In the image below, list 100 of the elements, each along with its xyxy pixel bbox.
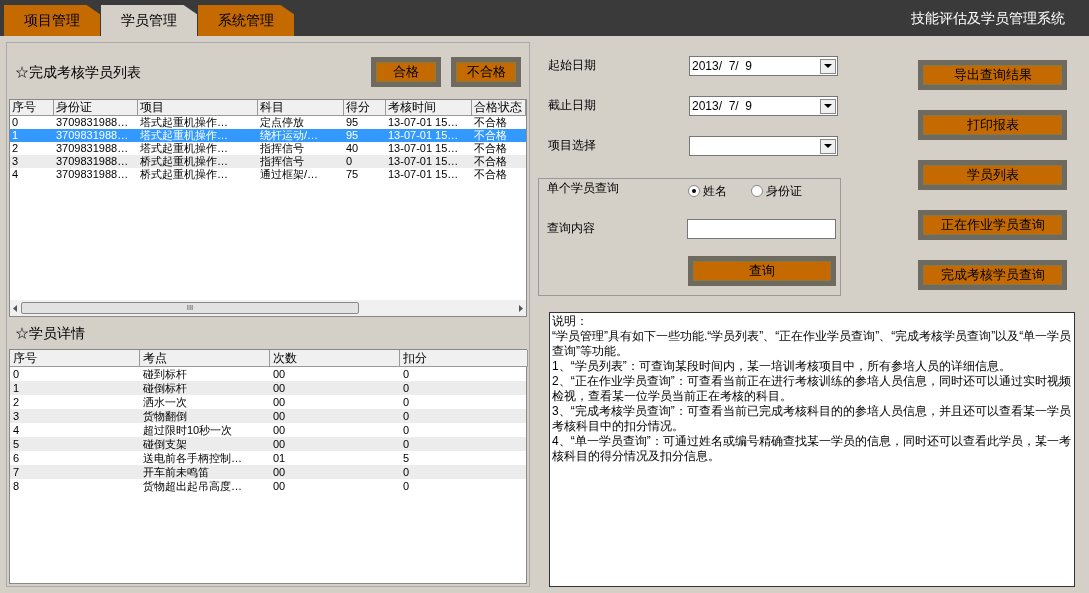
- table-cell-text: 8: [12, 479, 21, 493]
- table-cell-text: 碰倒标杆: [142, 381, 188, 395]
- table-cell-text: 1: [11, 129, 20, 142]
- table-cell-text: 碰倒支架: [142, 437, 188, 451]
- action-button[interactable]: 打印报表: [918, 110, 1067, 140]
- table-cell-text: 1: [12, 381, 21, 395]
- table-cell-text: 40: [345, 142, 360, 155]
- table-cell-text: 75: [345, 168, 360, 181]
- table-cell-text: 0: [345, 155, 354, 168]
- column-header[interactable]: 考核时间: [386, 100, 472, 116]
- field-label: 起始日期: [548, 57, 597, 74]
- table-cell-text: 0: [402, 381, 411, 395]
- field-label: 截止日期: [548, 97, 597, 114]
- table-cell-text: 0: [402, 409, 411, 423]
- action-button[interactable]: 完成考核学员查询: [918, 260, 1067, 290]
- table-cell-text: 塔式起重机操作…: [139, 142, 229, 155]
- date-picker[interactable]: 2013/ 7/ 9: [689, 56, 838, 76]
- table-cell-text: 超过限时10秒一次: [142, 423, 234, 437]
- table-cell-text: 5: [12, 437, 21, 451]
- table-cell-text: 4: [11, 168, 20, 181]
- radio-option[interactable]: 身份证: [751, 182, 802, 200]
- column-header[interactable]: 次数: [270, 350, 400, 367]
- note-text: 1、“学员列表”：可查询某段时间内，某一培训考核项目中，所有参培人员的详细信息。: [552, 359, 1012, 374]
- scroll-thumb[interactable]: III: [21, 302, 359, 314]
- table-cell-text: 货物超出起吊高度…: [142, 479, 243, 493]
- table-cell-text: 00: [272, 465, 287, 479]
- field-label: 单个学员查询: [547, 180, 620, 197]
- section-title: ☆完成考核学员列表: [15, 62, 141, 82]
- table-cell-text: 3709831988…: [55, 168, 130, 181]
- table-cell-text: 3709831988…: [55, 116, 130, 129]
- table-cell-text: 0: [402, 437, 411, 451]
- table-cell-text: 塔式起重机操作…: [139, 116, 229, 129]
- table-cell-text: 不合格: [473, 155, 508, 168]
- table-cell-text: 2: [11, 142, 20, 155]
- table-cell-text: 不合格: [473, 129, 508, 142]
- table-cell-text: 洒水一次: [142, 395, 188, 409]
- column-header[interactable]: 扣分: [400, 350, 528, 367]
- table-row[interactable]: 3 3709831988… 桥式起重机操作… 指挥信号 0 13-07-01 15… 不合格: [10, 155, 526, 168]
- note-text: “学员管理”具有如下一些功能.“学员列表”、“正在作业学员查询”、“完成考核学员查询”以及“单一学员查询”等功能。: [552, 329, 1072, 359]
- table-cell-text: 00: [272, 479, 287, 493]
- column-header[interactable]: 得分: [344, 100, 386, 116]
- note-text: 2、“正在作业学员查询”：可查看当前正在进行考核训练的参培人员信息，同时还可以通过实时视频检视，查看某一位学员当前正在考核的科目。: [552, 374, 1072, 404]
- table-cell-text: 0: [402, 367, 411, 381]
- table-cell-text: 5: [402, 451, 411, 465]
- table-cell-text: 13-07-01 15…: [387, 129, 460, 142]
- table-cell-text: 6: [12, 451, 21, 465]
- action-button[interactable]: 导出查询结果: [918, 60, 1067, 90]
- table-cell-text: 不合格: [473, 116, 508, 129]
- filter-button[interactable]: 合格: [371, 57, 441, 87]
- table-cell-text: 指挥信号: [259, 155, 305, 168]
- table-cell-text: 绕杆运动/…: [259, 129, 320, 142]
- table-cell-text: 0: [12, 367, 21, 381]
- table-cell-text: 13-07-01 15…: [387, 168, 460, 181]
- table-cell-text: 7: [12, 465, 21, 479]
- table-cell-text: 01: [272, 451, 287, 465]
- tab[interactable]: 学员管理: [101, 5, 197, 36]
- table-cell-text: 送电前各手柄控制…: [142, 451, 243, 465]
- table-cell-text: 3: [11, 155, 20, 168]
- table-cell-text: 00: [272, 437, 287, 451]
- table-cell-text: 不合格: [473, 142, 508, 155]
- table-cell-text: 开车前未鸣笛: [142, 465, 210, 479]
- search-button[interactable]: 查询: [688, 256, 836, 286]
- table-cell-text: 桥式起重机操作…: [139, 168, 229, 181]
- table-cell-text: 塔式起重机操作…: [139, 129, 229, 142]
- table-cell-text: 13-07-01 15…: [387, 142, 460, 155]
- table-cell-text: 桥式起重机操作…: [139, 155, 229, 168]
- table-cell-text: 13-07-01 15…: [387, 116, 460, 129]
- tab[interactable]: 项目管理: [4, 5, 100, 36]
- table-cell-text: 不合格: [473, 168, 508, 181]
- table-cell-text: 2: [12, 395, 21, 409]
- table-cell-text: 00: [272, 381, 287, 395]
- date-picker[interactable]: 2013/ 7/ 9: [689, 96, 838, 116]
- table-cell-text: 定点停放: [259, 116, 305, 129]
- column-header[interactable]: 科目: [258, 100, 344, 116]
- column-header[interactable]: 序号: [10, 100, 54, 116]
- action-button[interactable]: 正在作业学员查询: [918, 210, 1067, 240]
- table-cell-text: 3709831988…: [55, 142, 130, 155]
- table-cell-text: 00: [272, 395, 287, 409]
- table-cell-text: 0: [402, 479, 411, 493]
- horizontal-scrollbar[interactable]: III: [10, 300, 526, 316]
- column-header[interactable]: 序号: [10, 350, 140, 367]
- filter-button[interactable]: 不合格: [451, 57, 521, 87]
- table-cell-text: 3: [12, 409, 21, 423]
- table-cell-text: 3709831988…: [55, 155, 130, 168]
- table-cell-text: 3709831988…: [55, 129, 130, 142]
- action-button[interactable]: 学员列表: [918, 160, 1067, 190]
- field-label: 查询内容: [547, 220, 596, 237]
- radio-option[interactable]: 姓名: [688, 182, 727, 200]
- table-cell-text: 0: [11, 116, 20, 129]
- app-title: 技能评估及学员管理系统: [911, 8, 1065, 28]
- column-header[interactable]: 身份证: [54, 100, 138, 116]
- column-header[interactable]: 考点: [140, 350, 270, 367]
- note-text: 3、“完成考核学员查询”：可查看当前已完成考核科目的的参培人员信息，并且还可以查看某一学员考核科目中的扣分情况。: [552, 404, 1072, 434]
- tab[interactable]: 系统管理: [198, 5, 294, 36]
- column-header[interactable]: 项目: [138, 100, 258, 116]
- table-cell-text: 00: [272, 423, 287, 437]
- table-cell-text: 0: [402, 465, 411, 479]
- column-header[interactable]: 合格状态: [472, 100, 526, 116]
- table-cell-text: 0: [402, 395, 411, 409]
- table-cell-text: 4: [12, 423, 21, 437]
